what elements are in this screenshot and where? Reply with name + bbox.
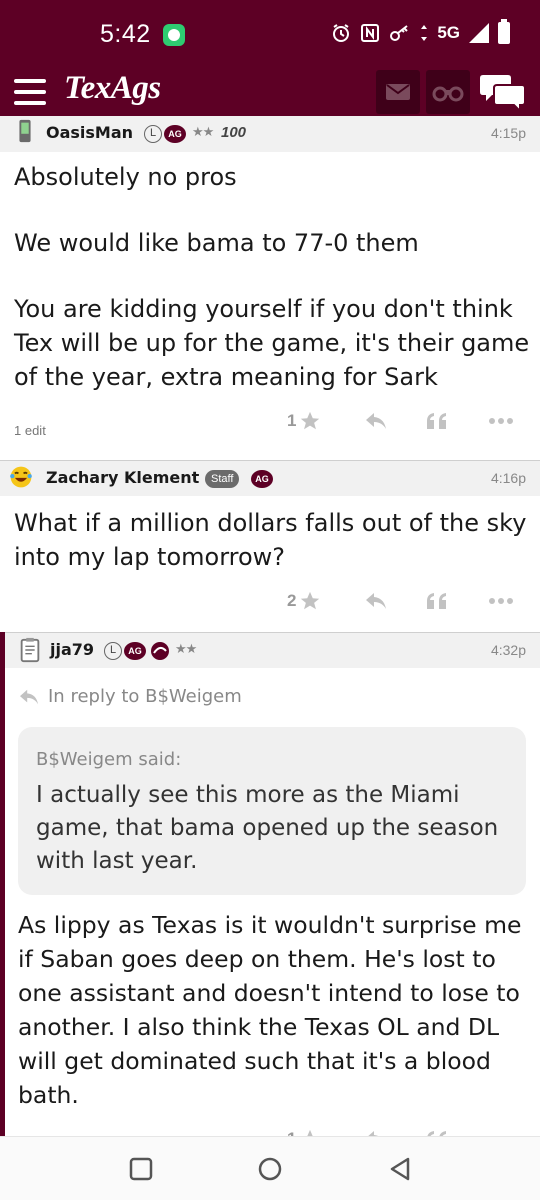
menu-icon[interactable] bbox=[14, 79, 46, 105]
system-nav-bar bbox=[0, 1136, 540, 1200]
reply-button[interactable] bbox=[364, 586, 388, 616]
rank-stars: ★★ bbox=[192, 125, 214, 140]
quote-icon bbox=[427, 413, 446, 429]
post-paragraph: You are kidding yourself if you don't th… bbox=[14, 295, 530, 391]
chat-button[interactable] bbox=[480, 72, 526, 114]
messages-button[interactable] bbox=[376, 70, 420, 114]
post-time[interactable]: 4:15p bbox=[491, 125, 526, 141]
post-header: OasisMan L AG ★★ 100 4:15p bbox=[0, 116, 540, 152]
reply-button[interactable] bbox=[364, 406, 388, 436]
recents-button[interactable] bbox=[127, 1155, 155, 1183]
laughing-emoji-avatar-icon bbox=[10, 466, 32, 488]
home-button[interactable] bbox=[256, 1155, 284, 1183]
post-paragraph bbox=[14, 260, 530, 292]
post-body: Absolutely no pros We would like bama to… bbox=[14, 160, 530, 394]
quote-button[interactable] bbox=[425, 1124, 449, 1136]
like-count: 1 bbox=[287, 411, 297, 430]
quoted-post[interactable]: B$Weigem said: I actually see this more … bbox=[18, 727, 526, 895]
more-dots-icon bbox=[489, 598, 513, 604]
circle-icon bbox=[258, 1157, 282, 1181]
post-header: Zachary Klement Staff AG 4:16p bbox=[0, 460, 540, 496]
post-body: As lippy as Texas is it wouldn't surpris… bbox=[18, 908, 530, 1112]
binoculars-icon bbox=[432, 86, 464, 102]
square-icon bbox=[129, 1157, 153, 1181]
quote-button[interactable] bbox=[425, 406, 449, 436]
post-paragraph: Absolutely no pros bbox=[14, 163, 237, 191]
star-icon bbox=[307, 1129, 314, 1136]
watchlist-button[interactable] bbox=[426, 70, 470, 114]
post-body: What if a million dollars falls out of t… bbox=[14, 506, 530, 574]
post-username[interactable]: jja79 bbox=[50, 640, 94, 659]
post-time[interactable]: 4:32p bbox=[491, 642, 526, 658]
post-username[interactable]: Zachary Klement bbox=[46, 468, 199, 487]
team-logo-icon bbox=[151, 642, 169, 660]
vpn-key-icon bbox=[389, 23, 411, 43]
phone-avatar-icon bbox=[19, 119, 31, 143]
reply-to-label: In reply to B$Weigem bbox=[48, 686, 242, 707]
status-bar: 5:42 5G bbox=[0, 0, 540, 64]
reply-icon bbox=[366, 593, 386, 609]
lifetime-badge: L bbox=[104, 642, 122, 660]
notepad-avatar-icon bbox=[20, 637, 40, 663]
app-header: TexAgs bbox=[0, 64, 540, 122]
data-arrows-icon bbox=[420, 23, 428, 43]
signal-icon bbox=[469, 23, 489, 43]
post-time[interactable]: 4:16p bbox=[491, 470, 526, 486]
quote-author: B$Weigem said: bbox=[36, 749, 182, 770]
quote-icon bbox=[427, 1131, 446, 1136]
reply-icon bbox=[366, 413, 386, 429]
post-header: jja79 L AG ★★ 4:32p bbox=[5, 632, 540, 668]
level-badge: 100 bbox=[221, 124, 247, 141]
post-actions: 1 bbox=[0, 406, 540, 438]
ag-badge: AG bbox=[251, 470, 273, 488]
reply-icon bbox=[368, 1131, 379, 1136]
star-icon bbox=[301, 591, 320, 610]
post-username[interactable]: OasisMan bbox=[46, 123, 133, 142]
more-dots-icon bbox=[489, 418, 513, 424]
back-button[interactable] bbox=[386, 1155, 414, 1183]
reply-context-link[interactable]: In reply to B$Weigem bbox=[18, 686, 242, 707]
like-button[interactable]: 1 bbox=[287, 1124, 321, 1136]
reply-button[interactable] bbox=[364, 1124, 388, 1136]
status-icons: 5G bbox=[331, 19, 510, 44]
post-actions: 2 bbox=[0, 586, 540, 618]
nfc-icon bbox=[360, 23, 380, 43]
more-button[interactable] bbox=[488, 406, 514, 436]
like-count: 1 bbox=[287, 1129, 296, 1136]
star-icon bbox=[301, 411, 320, 430]
post-paragraph: As lippy as Texas is it wouldn't surpris… bbox=[18, 911, 522, 1109]
like-button[interactable]: 2 bbox=[287, 586, 321, 616]
post-paragraph: We would like bama to 77-0 them bbox=[14, 229, 419, 257]
triangle-back-icon bbox=[390, 1157, 410, 1181]
battery-icon bbox=[498, 19, 510, 44]
rank-stars: ★★ bbox=[175, 642, 197, 657]
site-logo[interactable]: TexAgs bbox=[64, 70, 161, 107]
post-paragraph: What if a million dollars falls out of t… bbox=[14, 509, 527, 571]
quote-button[interactable] bbox=[425, 586, 449, 616]
post-paragraph bbox=[14, 194, 530, 226]
staff-badge: Staff bbox=[205, 470, 240, 488]
like-button[interactable]: 1 bbox=[287, 406, 321, 436]
ag-badge: AG bbox=[124, 642, 146, 660]
more-button[interactable] bbox=[488, 586, 514, 616]
like-count: 2 bbox=[287, 591, 297, 610]
lifetime-badge: L bbox=[144, 125, 162, 143]
network-type: 5G bbox=[437, 23, 460, 42]
app-notification-icon bbox=[163, 24, 185, 46]
alarm-icon bbox=[331, 23, 351, 43]
post-actions: 1 bbox=[0, 1124, 540, 1136]
mail-icon bbox=[386, 84, 410, 100]
reply-icon bbox=[20, 689, 38, 704]
quote-icon bbox=[427, 593, 446, 609]
status-time: 5:42 bbox=[100, 20, 151, 48]
chat-bubbles-icon bbox=[480, 75, 526, 114]
ag-badge: AG bbox=[164, 125, 186, 143]
quote-text: I actually see this more as the Miami ga… bbox=[36, 782, 499, 874]
